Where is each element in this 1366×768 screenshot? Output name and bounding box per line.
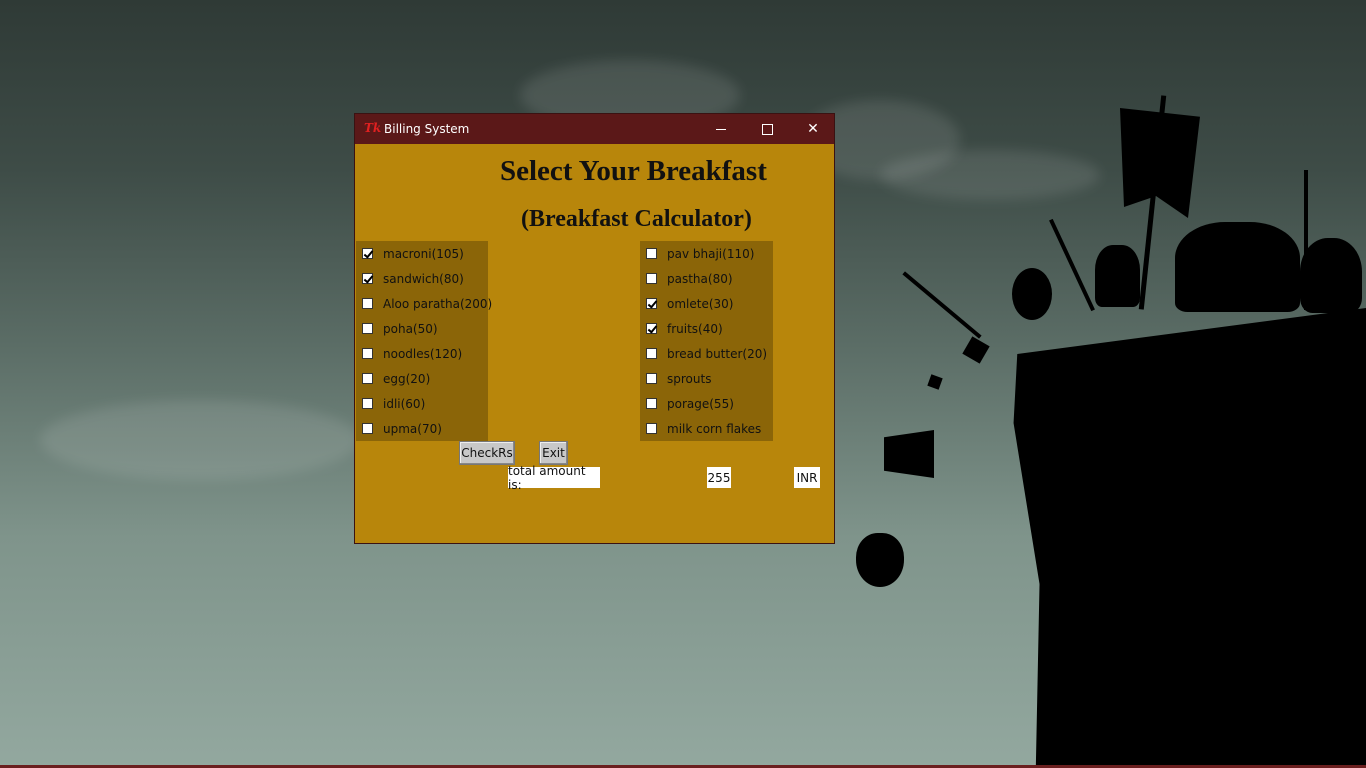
menu-item-label: bread butter(20)	[667, 346, 768, 361]
menu-item[interactable]: porage(55)	[640, 391, 734, 416]
billing-window: Tk Billing System ✕ Select Your Breakfas…	[354, 113, 835, 544]
menu-item-label: poha(50)	[383, 321, 438, 336]
checkbox[interactable]	[362, 273, 373, 284]
maximize-button[interactable]	[744, 114, 790, 144]
menu-item-label: sandwich(80)	[383, 271, 464, 286]
menu-column-left: macroni(105) sandwich(80) Aloo paratha(2…	[356, 241, 492, 441]
wallpaper-daemon	[1095, 245, 1140, 307]
menu-item-label: Aloo paratha(200)	[383, 296, 493, 311]
wallpaper-penguin	[1300, 238, 1362, 313]
close-icon: ✕	[807, 121, 819, 137]
checkbox[interactable]	[362, 248, 373, 259]
checkbox[interactable]	[362, 398, 373, 409]
menu-item[interactable]: pav bhaji(110)	[640, 241, 754, 266]
menu-item[interactable]: poha(50)	[356, 316, 438, 341]
menu-item[interactable]: milk corn flakes	[640, 416, 761, 441]
menu-item-label: milk corn flakes	[667, 421, 762, 436]
checkbox[interactable]	[362, 373, 373, 384]
check-total-button[interactable]: CheckRs	[459, 441, 515, 465]
page-subtitle: (Breakfast Calculator)	[521, 206, 752, 232]
exit-button[interactable]: Exit	[539, 441, 568, 465]
menu-item-label: upma(70)	[383, 421, 442, 436]
menu-item-label: fruits(40)	[667, 321, 723, 336]
minimize-icon	[716, 128, 726, 130]
total-amount: 255	[707, 467, 731, 488]
menu-item[interactable]: Aloo paratha(200)	[356, 291, 492, 316]
menu-item[interactable]: sprouts	[640, 366, 711, 391]
menu-item-label: porage(55)	[667, 396, 734, 411]
title-bar[interactable]: Tk Billing System ✕	[355, 114, 834, 144]
menu-item-label: macroni(105)	[383, 246, 464, 261]
menu-item-label: egg(20)	[383, 371, 431, 386]
checkbox[interactable]	[362, 423, 373, 434]
wallpaper-cliff	[1013, 308, 1366, 768]
wallpaper-rock	[962, 336, 990, 364]
total-label: total amount is:	[508, 464, 600, 492]
page-title: Select Your Breakfast	[500, 155, 767, 187]
wallpaper-rock	[927, 374, 943, 390]
wallpaper-bull	[1175, 222, 1300, 312]
menu-item[interactable]: upma(70)	[356, 416, 442, 441]
menu-item-label: pav bhaji(110)	[667, 246, 755, 261]
checkbox[interactable]	[362, 323, 373, 334]
menu-item[interactable]: egg(20)	[356, 366, 430, 391]
checkbox[interactable]	[646, 398, 657, 409]
menu-item[interactable]: omlete(30)	[640, 291, 733, 316]
wallpaper-spear	[902, 271, 982, 339]
windows-logo-icon	[884, 430, 934, 478]
menu-item[interactable]: idli(60)	[356, 391, 425, 416]
checkbox[interactable]	[646, 373, 657, 384]
menu-item-label: omlete(30)	[667, 296, 734, 311]
minimize-button[interactable]	[698, 114, 744, 144]
menu-item[interactable]: macroni(105)	[356, 241, 464, 266]
menu-item[interactable]: bread butter(20)	[640, 341, 767, 366]
checkbox[interactable]	[646, 323, 657, 334]
background-cloud	[40, 400, 360, 480]
apple-logo-icon	[856, 533, 904, 587]
menu-item[interactable]: fruits(40)	[640, 316, 723, 341]
checkbox[interactable]	[646, 348, 657, 359]
close-button[interactable]: ✕	[790, 114, 836, 144]
wallpaper-spear	[1049, 218, 1095, 312]
background-cloud	[880, 150, 1100, 200]
tk-icon: Tk	[364, 121, 382, 135]
checkbox[interactable]	[646, 273, 657, 284]
wallpaper-spear	[1304, 170, 1308, 310]
checkbox[interactable]	[362, 298, 373, 309]
menu-item[interactable]: sandwich(80)	[356, 266, 464, 291]
checkbox[interactable]	[646, 423, 657, 434]
wallpaper-egg	[1012, 268, 1052, 320]
maximize-icon	[761, 123, 773, 135]
menu-column-right: pav bhaji(110) pastha(80) omlete(30) fru…	[640, 241, 773, 441]
currency-label: INR	[794, 467, 820, 488]
menu-item-label: pastha(80)	[667, 271, 733, 286]
menu-item-label: sprouts	[667, 371, 712, 386]
checkbox[interactable]	[646, 298, 657, 309]
menu-item-label: noodles(120)	[383, 346, 463, 361]
menu-item[interactable]: noodles(120)	[356, 341, 462, 366]
checkbox[interactable]	[646, 248, 657, 259]
menu-item-label: idli(60)	[383, 396, 426, 411]
checkbox[interactable]	[362, 348, 373, 359]
window-title: Billing System	[384, 122, 470, 136]
menu-item[interactable]: pastha(80)	[640, 266, 733, 291]
